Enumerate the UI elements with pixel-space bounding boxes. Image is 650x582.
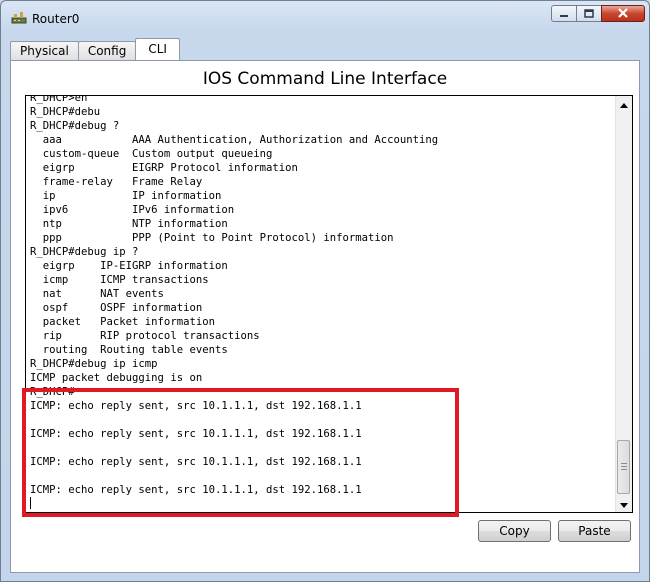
grip-line	[621, 466, 627, 467]
terminal-line: ICMP: echo reply sent, src 10.1.1.1, dst…	[30, 428, 362, 440]
window-controls	[551, 5, 645, 22]
terminal-line: icmp ICMP transactions	[30, 274, 209, 286]
terminal-line: frame-relay Frame Relay	[30, 176, 203, 188]
grip-line	[621, 463, 627, 464]
terminal-line: R_DHCP#debug ip icmp	[30, 358, 158, 370]
terminal-line: ospf OSPF information	[30, 302, 203, 314]
tab-physical[interactable]: Physical	[10, 41, 79, 60]
tab-cli[interactable]: CLI	[135, 38, 180, 60]
paste-button[interactable]: Paste	[558, 520, 631, 542]
close-button[interactable]	[601, 5, 645, 22]
page-title: IOS Command Line Interface	[202, 69, 448, 89]
terminal-line: aaa AAA Authentication, Authorization an…	[30, 134, 439, 146]
router-icon	[11, 11, 27, 25]
arrow-up-icon	[620, 96, 628, 113]
terminal-line: ICMP: echo reply sent, src 10.1.1.1, dst…	[30, 400, 362, 412]
terminal-line: rip RIP protocol transactions	[30, 330, 260, 342]
terminal-line: ip IP information	[30, 190, 222, 202]
terminal-line: routing Routing table events	[30, 344, 228, 356]
terminal-line: ppp PPP (Point to Point Protocol) inform…	[30, 232, 394, 244]
terminal-line: R_DHCP#debu	[30, 106, 101, 118]
scroll-thumb[interactable]	[617, 440, 630, 494]
maximize-icon	[584, 5, 594, 23]
text-cursor	[30, 497, 31, 509]
close-icon	[617, 5, 629, 23]
scroll-down-button[interactable]	[616, 496, 632, 512]
cli-terminal[interactable]: R_DHCP>en R_DHCP#debu R_DHCP#debug ? aaa A…	[25, 95, 633, 513]
arrow-down-icon	[620, 495, 628, 512]
minimize-button[interactable]	[551, 5, 577, 22]
scroll-up-button[interactable]	[616, 96, 632, 112]
terminal-line: ICMP packet debugging is on	[30, 372, 203, 384]
terminal-line: ntp NTP information	[30, 218, 228, 230]
terminal-line: eigrp EIGRP Protocol information	[30, 162, 298, 174]
terminal-line: ICMP: echo reply sent, src 10.1.1.1, dst…	[30, 456, 362, 468]
maximize-button[interactable]	[576, 5, 602, 22]
terminal-line: ICMP: echo reply sent, src 10.1.1.1, dst…	[30, 484, 362, 496]
title-bar[interactable]: Router0	[1, 1, 649, 35]
copy-button[interactable]: Copy	[478, 520, 551, 542]
terminal-line: R_DHCP#	[30, 386, 75, 398]
router-window: Router0 Physical Config CLI IOS Command …	[0, 0, 650, 582]
terminal-line: R_DHCP#debug ip ?	[30, 246, 139, 258]
terminal-line: packet Packet information	[30, 316, 215, 328]
cli-panel: IOS Command Line Interface R_DHCP>en R_DH…	[10, 60, 640, 573]
tab-config[interactable]: Config	[77, 41, 137, 60]
window-title: Router0	[32, 12, 80, 26]
terminal-line	[30, 497, 610, 511]
terminal-line: R_DHCP>en	[30, 95, 88, 104]
terminal-line: nat NAT events	[30, 288, 164, 300]
terminal-line: R_DHCP#debug ?	[30, 120, 120, 132]
terminal-line: eigrp IP-EIGRP information	[30, 260, 228, 272]
tab-bar: Physical Config CLI	[10, 38, 180, 60]
terminal-line: custom-queue Custom output queueing	[30, 148, 273, 160]
minimize-icon	[559, 5, 569, 23]
terminal-scrollbar[interactable]	[615, 96, 632, 512]
grip-line	[621, 469, 627, 470]
terminal-line: ipv6 IPv6 information	[30, 204, 235, 216]
terminal-output[interactable]: R_DHCP>en R_DHCP#debu R_DHCP#debug ? aaa A…	[30, 95, 610, 511]
